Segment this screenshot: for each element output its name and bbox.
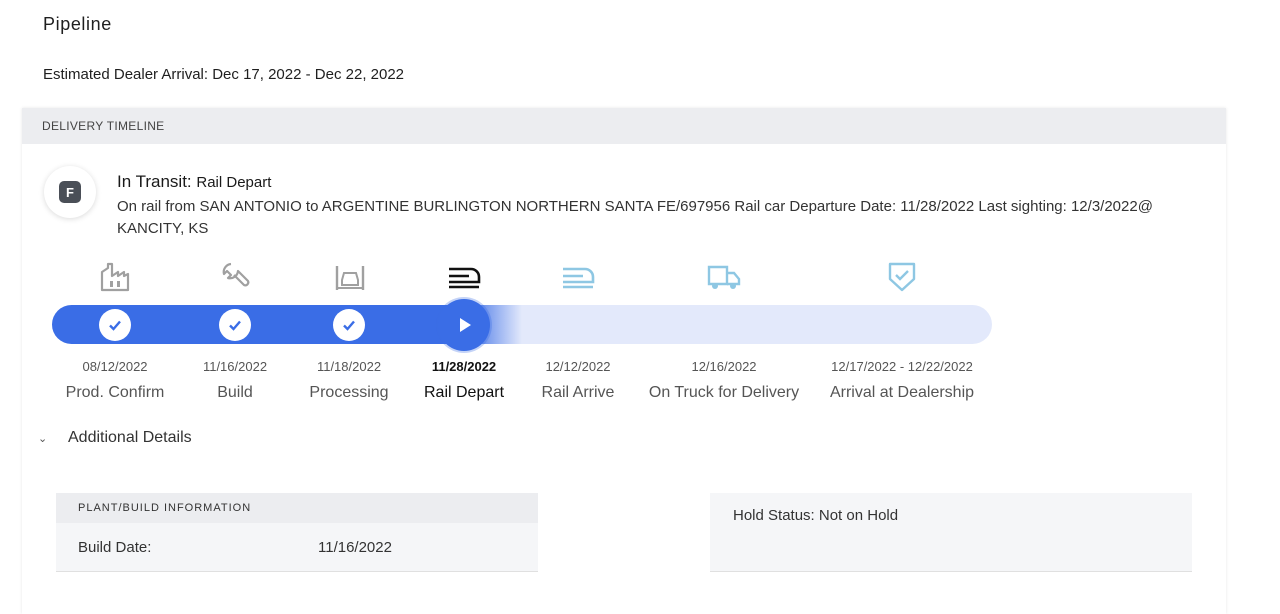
transit-description: On rail from SAN ANTONIO to ARGENTINE BU… <box>117 198 1153 237</box>
wrench-icon <box>217 260 253 294</box>
train-arrive-icon <box>560 260 596 294</box>
chevron-down-icon: ⌄ <box>38 432 48 445</box>
estimated-arrival: Estimated Dealer Arrival: Dec 17, 2022 -… <box>43 66 405 83</box>
shield-check-icon <box>884 260 920 294</box>
step-label: On Truck for Delivery <box>648 384 800 401</box>
step-date: 12/12/2022 <box>545 359 611 374</box>
additional-details-label: Additional Details <box>68 429 192 446</box>
transit-status-label: In Transit: <box>117 172 192 191</box>
step-label-current: Rail Depart <box>423 384 505 401</box>
check-icon <box>219 309 251 341</box>
badge-letter: F <box>59 181 81 203</box>
plant-build-header: PLANT/BUILD INFORMATION <box>56 493 538 523</box>
page-title: Pipeline <box>43 14 112 34</box>
step-label: Rail Arrive <box>541 384 615 401</box>
transit-status-title: In Transit: Rail Depart <box>117 172 271 192</box>
check-icon <box>99 309 131 341</box>
plant-build-info: PLANT/BUILD INFORMATION Build Date: 11/1… <box>56 493 538 572</box>
train-icon <box>446 260 482 294</box>
step-date-current: 11/28/2022 <box>431 359 497 374</box>
car-lift-icon <box>332 260 368 294</box>
additional-details-toggle[interactable]: ⌄ Additional Details <box>38 429 192 447</box>
delivery-timeline-header: DELIVERY TIMELINE <box>22 108 1226 144</box>
step-date: 11/18/2022 <box>316 359 382 374</box>
step-label: Processing <box>309 384 389 401</box>
build-date-row: Build Date: 11/16/2022 <box>56 523 538 571</box>
factory-icon <box>97 260 133 294</box>
step-date: 08/12/2022 <box>82 359 148 374</box>
progress-track <box>52 305 992 344</box>
truck-icon <box>706 260 742 294</box>
step-label: Arrival at Dealership <box>829 384 975 401</box>
step-date: 12/16/2022 <box>691 359 757 374</box>
build-date-label: Build Date: <box>78 538 152 556</box>
play-icon <box>438 299 490 351</box>
step-date: 11/16/2022 <box>202 359 268 374</box>
hold-status: Hold Status: Not on Hold <box>710 493 1192 572</box>
build-date-value: 11/16/2022 <box>318 538 392 556</box>
step-label: Build <box>217 384 253 401</box>
transit-status-value: Rail Depart <box>196 174 272 191</box>
step-date: 12/17/2022 - 12/22/2022 <box>831 359 973 374</box>
check-icon <box>333 309 365 341</box>
step-label: Prod. Confirm <box>65 384 165 401</box>
status-badge: F <box>44 166 96 218</box>
